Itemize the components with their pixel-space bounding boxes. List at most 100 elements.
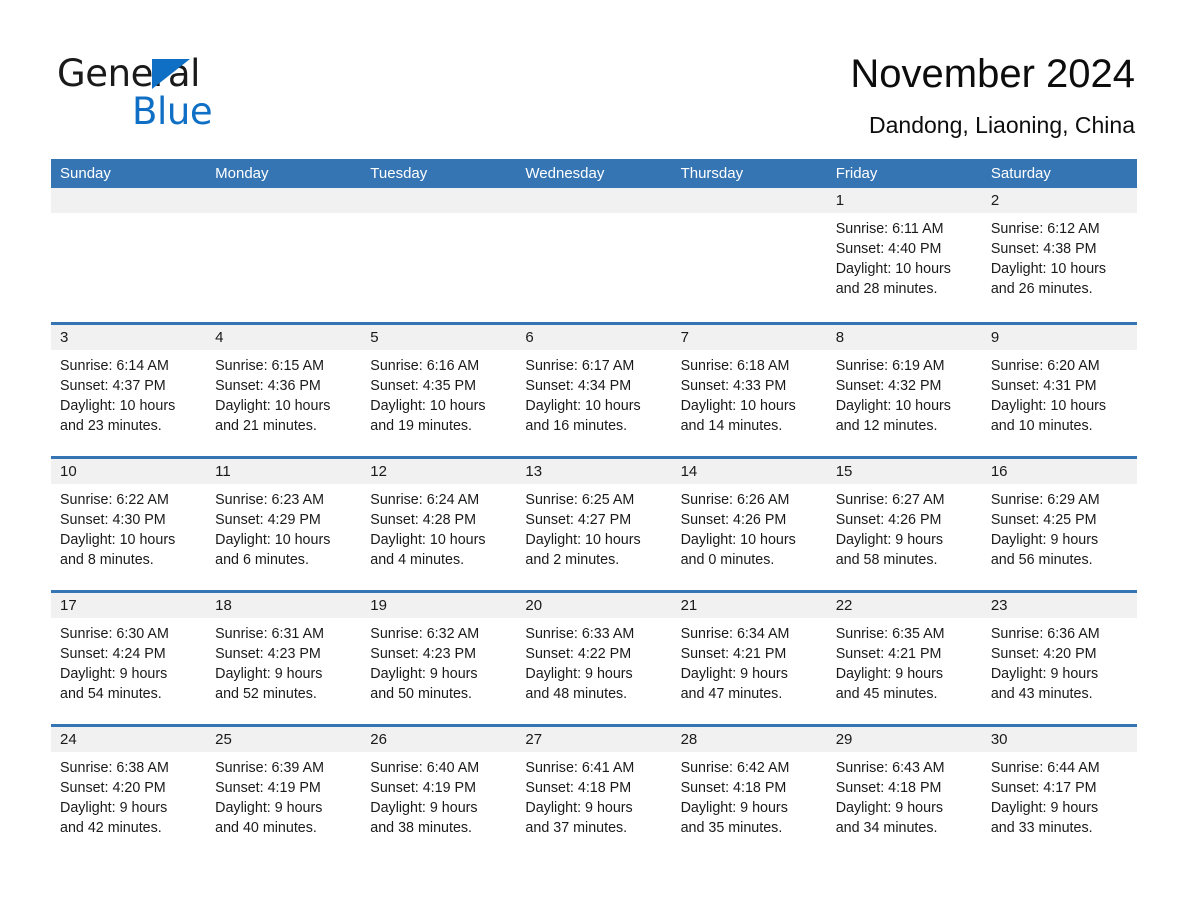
sunset-text: Sunset: 4:24 PM [60, 646, 166, 662]
calendar-week-row: 17 Sunrise: 6:30 AM Sunset: 4:24 PM Dayligh… [51, 590, 1137, 722]
daylight-text-line2: and 54 minutes. [60, 686, 162, 702]
day-number: 26 [361, 727, 517, 752]
day-cell-26[interactable]: 26 Sunrise: 6:40 AM Sunset: 4:19 PM Dayligh… [361, 727, 517, 856]
day-details [206, 213, 361, 219]
day-number: 10 [51, 459, 207, 484]
daylight-text-line2: and 50 minutes. [370, 686, 473, 702]
day-details: Sunrise: 6:18 AM Sunset: 4:33 PM Daylight:… [672, 350, 827, 436]
generalblue-logo[interactable]: General Blue [57, 52, 317, 138]
daylight-text-line1: Daylight: 9 hours [215, 666, 323, 682]
day-cell-24[interactable]: 24 Sunrise: 6:38 AM Sunset: 4:20 PM Dayligh… [51, 727, 207, 856]
day-cell-16[interactable]: 16 Sunrise: 6:29 AM Sunset: 4:25 PM Dayligh… [981, 459, 1137, 588]
sunrise-text: Sunrise: 6:40 AM [370, 760, 480, 776]
daylight-text-line1: Daylight: 9 hours [60, 666, 168, 682]
sunrise-text: Sunrise: 6:39 AM [215, 760, 325, 776]
day-cell-8[interactable]: 8 Sunrise: 6:19 AM Sunset: 4:32 PM Daylight… [826, 325, 982, 454]
day-cell-20[interactable]: 20 Sunrise: 6:33 AM Sunset: 4:22 PM Dayligh… [516, 593, 672, 722]
daylight-text-line1: Daylight: 10 hours [60, 532, 176, 548]
day-cell-22[interactable]: 22 Sunrise: 6:35 AM Sunset: 4:21 PM Dayligh… [826, 593, 982, 722]
day-details: Sunrise: 6:27 AM Sunset: 4:26 PM Daylight:… [827, 484, 982, 570]
day-cell-18[interactable]: 18 Sunrise: 6:31 AM Sunset: 4:23 PM Dayligh… [206, 593, 362, 722]
weekday-header-sunday: Sunday [60, 165, 111, 182]
weekday-header-monday: Monday [215, 165, 269, 182]
day-cell-21[interactable]: 21 Sunrise: 6:34 AM Sunset: 4:21 PM Dayligh… [671, 593, 827, 722]
daylight-text-line1: Daylight: 10 hours [370, 532, 486, 548]
day-cell-7[interactable]: 7 Sunrise: 6:18 AM Sunset: 4:33 PM Daylight… [671, 325, 827, 454]
sunset-text: Sunset: 4:29 PM [215, 512, 321, 528]
daylight-text-line2: and 0 minutes. [680, 552, 775, 568]
day-details: Sunrise: 6:26 AM Sunset: 4:26 PM Daylight:… [672, 484, 827, 570]
day-cell-1[interactable]: 1 Sunrise: 6:11 AM Sunset: 4:40 PM Daylight… [826, 188, 982, 320]
day-cell-17[interactable]: 17 Sunrise: 6:30 AM Sunset: 4:24 PM Dayligh… [51, 593, 207, 722]
day-number [516, 188, 672, 213]
day-details: Sunrise: 6:23 AM Sunset: 4:29 PM Daylight:… [206, 484, 361, 570]
day-cell-25[interactable]: 25 Sunrise: 6:39 AM Sunset: 4:19 PM Dayligh… [206, 727, 362, 856]
day-number: 27 [516, 727, 672, 752]
daylight-text-line1: Daylight: 10 hours [370, 398, 486, 414]
sunset-text: Sunset: 4:20 PM [60, 780, 166, 796]
day-cell-13[interactable]: 13 Sunrise: 6:25 AM Sunset: 4:27 PM Dayligh… [516, 459, 672, 588]
day-cell-10[interactable]: 10 Sunrise: 6:22 AM Sunset: 4:30 PM Dayligh… [51, 459, 207, 588]
sunset-text: Sunset: 4:18 PM [680, 780, 787, 796]
daylight-text-line1: Daylight: 9 hours [990, 532, 1099, 548]
sunrise-text: Sunrise: 6:19 AM [835, 358, 945, 374]
daylight-text-line1: Daylight: 10 hours [835, 261, 951, 277]
day-details: Sunrise: 6:35 AM Sunset: 4:21 PM Daylight:… [827, 618, 982, 704]
sunrise-text: Sunrise: 6:29 AM [990, 492, 1100, 508]
day-cell-19[interactable]: 19 Sunrise: 6:32 AM Sunset: 4:23 PM Dayligh… [361, 593, 517, 722]
sunrise-text: Sunrise: 6:22 AM [60, 492, 169, 508]
day-number: 17 [51, 593, 207, 618]
day-cell-5[interactable]: 5 Sunrise: 6:16 AM Sunset: 4:35 PM Daylight… [361, 325, 517, 454]
day-number: 18 [206, 593, 362, 618]
daylight-text-line2: and 26 minutes. [990, 281, 1093, 297]
daylight-text-line2: and 34 minutes. [835, 820, 938, 836]
day-details: Sunrise: 6:43 AM Sunset: 4:18 PM Daylight:… [827, 752, 982, 838]
day-cell-14[interactable]: 14 Sunrise: 6:26 AM Sunset: 4:26 PM Dayligh… [671, 459, 827, 588]
day-details: Sunrise: 6:15 AM Sunset: 4:36 PM Daylight:… [206, 350, 361, 436]
sunset-text: Sunset: 4:38 PM [990, 241, 1097, 257]
daylight-text-line1: Daylight: 9 hours [215, 800, 323, 816]
day-details: Sunrise: 6:30 AM Sunset: 4:24 PM Daylight:… [51, 618, 206, 704]
day-cell-3[interactable]: 3 Sunrise: 6:14 AM Sunset: 4:37 PM Daylight… [51, 325, 207, 454]
sunset-text: Sunset: 4:34 PM [525, 378, 632, 394]
daylight-text-line1: Daylight: 9 hours [370, 666, 478, 682]
daylight-text-line1: Daylight: 9 hours [835, 800, 943, 816]
day-details: Sunrise: 6:41 AM Sunset: 4:18 PM Daylight:… [516, 752, 671, 838]
daylight-text-line2: and 8 minutes. [60, 552, 154, 568]
weekday-header-friday: Friday [835, 165, 878, 182]
daylight-text-line2: and 4 minutes. [370, 552, 465, 568]
day-number: 16 [981, 459, 1137, 484]
page-title: November 2024 [850, 52, 1135, 96]
daylight-text-line2: and 35 minutes. [680, 820, 783, 836]
day-number: 25 [206, 727, 362, 752]
daylight-text-line1: Daylight: 10 hours [525, 532, 641, 548]
sunrise-text: Sunrise: 6:34 AM [680, 626, 790, 642]
calendar-week-row: 10 Sunrise: 6:22 AM Sunset: 4:30 PM Dayligh… [51, 456, 1137, 588]
day-number: 30 [981, 727, 1137, 752]
day-cell-15[interactable]: 15 Sunrise: 6:27 AM Sunset: 4:26 PM Dayligh… [826, 459, 982, 588]
sunset-text: Sunset: 4:20 PM [990, 646, 1097, 662]
weekday-header-row: Sunday Monday Tuesday Wednesday Thursday Frid… [51, 159, 1137, 188]
daylight-text-line2: and 56 minutes. [990, 552, 1093, 568]
daylight-text-line1: Daylight: 10 hours [990, 261, 1107, 277]
daylight-text-line2: and 48 minutes. [525, 686, 628, 702]
day-cell-28[interactable]: 28 Sunrise: 6:42 AM Sunset: 4:18 PM Dayligh… [671, 727, 827, 856]
day-cell-30[interactable]: 30 Sunrise: 6:44 AM Sunset: 4:17 PM Dayligh… [981, 727, 1137, 856]
day-cell-27[interactable]: 27 Sunrise: 6:41 AM Sunset: 4:18 PM Dayligh… [516, 727, 672, 856]
daylight-text-line1: Daylight: 9 hours [680, 666, 788, 682]
day-cell-2[interactable]: 2 Sunrise: 6:12 AM Sunset: 4:38 PM Daylight… [981, 188, 1137, 320]
day-number: 3 [51, 325, 207, 350]
day-details: Sunrise: 6:25 AM Sunset: 4:27 PM Daylight:… [516, 484, 671, 570]
day-cell-9[interactable]: 9 Sunrise: 6:20 AM Sunset: 4:31 PM Daylight… [981, 325, 1137, 454]
day-cell-23[interactable]: 23 Sunrise: 6:36 AM Sunset: 4:20 PM Dayligh… [981, 593, 1137, 722]
weekday-header-wednesday: Wednesday [525, 165, 605, 182]
sunrise-text: Sunrise: 6:26 AM [680, 492, 790, 508]
day-cell-4[interactable]: 4 Sunrise: 6:15 AM Sunset: 4:36 PM Daylight… [206, 325, 362, 454]
page-subtitle: Dandong, Liaoning, China [869, 112, 1135, 138]
day-cell-11[interactable]: 11 Sunrise: 6:23 AM Sunset: 4:29 PM Dayligh… [206, 459, 362, 588]
day-cell-29[interactable]: 29 Sunrise: 6:43 AM Sunset: 4:18 PM Dayligh… [826, 727, 982, 856]
day-cell-12[interactable]: 12 Sunrise: 6:24 AM Sunset: 4:28 PM Dayligh… [361, 459, 517, 588]
day-cell-6[interactable]: 6 Sunrise: 6:17 AM Sunset: 4:34 PM Daylight… [516, 325, 672, 454]
day-details: Sunrise: 6:24 AM Sunset: 4:28 PM Daylight:… [361, 484, 516, 570]
day-number: 4 [206, 325, 362, 350]
